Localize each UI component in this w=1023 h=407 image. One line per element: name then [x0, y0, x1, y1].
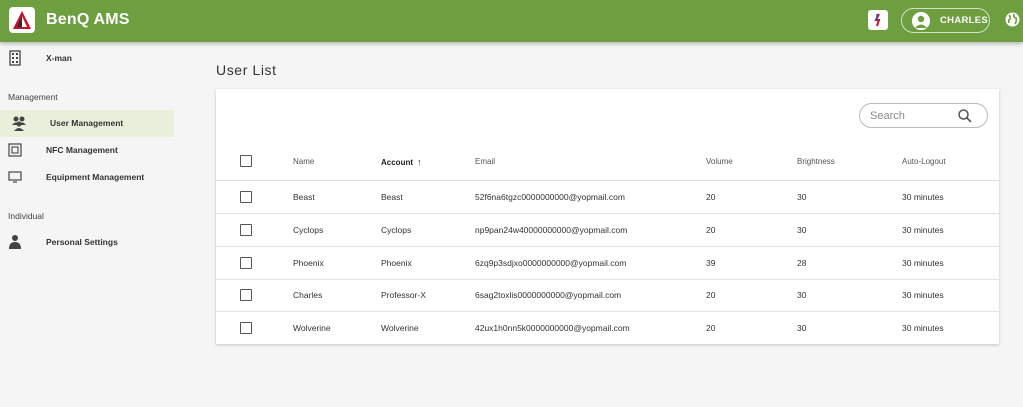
cell-volume: 20 [706, 290, 716, 300]
cell-brightness: 30 [797, 323, 807, 333]
sidebar-item-label: Equipment Management [46, 172, 145, 182]
user-menu-button[interactable]: CHARLES [901, 8, 990, 33]
table-row[interactable]: Charles Professor-X 6sag2toxlis000000000… [216, 279, 999, 312]
app-title: BenQ AMS [46, 11, 130, 28]
sidebar-item-label: NFC Management [46, 145, 118, 155]
app-launcher-icon[interactable] [868, 10, 888, 30]
sidebar-item-x-man[interactable]: X-man [0, 45, 174, 72]
column-header-account[interactable]: Account ↑ [381, 157, 422, 167]
sidebar-section-management: Management [8, 92, 58, 102]
sidebar-item-label: X-man [46, 53, 72, 63]
users-icon [11, 115, 27, 131]
user-list-card: Name Account ↑ Email Volume Brightness Au… [216, 89, 999, 344]
nfc-icon [8, 142, 22, 158]
row-checkbox[interactable] [240, 322, 252, 334]
search-icon[interactable] [957, 108, 973, 124]
cell-email: 6sag2toxlis0000000000@yopmail.com [475, 290, 622, 300]
cell-account: Cyclops [381, 225, 412, 235]
table-row[interactable]: Wolverine Wolverine 42ux1h0nn5k000000000… [216, 312, 999, 345]
table-row[interactable]: Cyclops Cyclops np9pan24w40000000000@yop… [216, 214, 999, 247]
cell-name: Cyclops [293, 225, 324, 235]
column-header-auto-logout[interactable]: Auto-Logout [902, 157, 946, 166]
sidebar-item-nfc-management[interactable]: NFC Management [0, 137, 174, 164]
cell-brightness: 30 [797, 290, 807, 300]
sidebar-item-label: User Management [50, 118, 124, 128]
column-header-name[interactable]: Name [293, 157, 314, 166]
sort-ascending-icon[interactable]: ↑ [417, 157, 422, 167]
table-row[interactable]: Phoenix Phoenix 6zq9p3sdjxo0000000000@yo… [216, 247, 999, 280]
cell-auto-logout: 30 minutes [902, 192, 944, 202]
row-checkbox[interactable] [240, 191, 252, 203]
column-header-volume[interactable]: Volume [706, 157, 733, 166]
cell-account: Phoenix [381, 258, 412, 268]
cell-name: Phoenix [293, 258, 324, 268]
building-icon [8, 50, 22, 66]
sidebar-item-label: Personal Settings [46, 237, 118, 247]
column-header-brightness[interactable]: Brightness [797, 157, 835, 166]
benq-logo-icon[interactable] [9, 7, 35, 33]
select-all-checkbox[interactable] [240, 155, 252, 167]
sidebar-item-user-management[interactable]: User Management [0, 110, 174, 137]
cell-volume: 20 [706, 192, 716, 202]
cell-volume: 39 [706, 258, 716, 268]
top-bar: BenQ AMS CHARLES [0, 0, 1023, 42]
sidebar-item-equipment-management[interactable]: Equipment Management [0, 164, 174, 191]
user-name: CHARLES [940, 15, 989, 26]
cell-email: np9pan24w40000000000@yopmail.com [475, 225, 628, 235]
row-checkbox[interactable] [240, 289, 252, 301]
cell-email: 52f6na6tgzc0000000000@yopmail.com [475, 192, 625, 202]
search-input[interactable] [870, 108, 960, 124]
person-icon [8, 234, 22, 250]
row-checkbox[interactable] [240, 224, 252, 236]
sidebar: X-man Management User Management NFC Man… [0, 42, 180, 407]
cell-brightness: 30 [797, 225, 807, 235]
cell-auto-logout: 30 minutes [902, 290, 944, 300]
cell-email: 6zq9p3sdjxo0000000000@yopmail.com [475, 258, 627, 268]
cell-auto-logout: 30 minutes [902, 258, 944, 268]
search-box[interactable] [859, 103, 988, 128]
cell-account: Wolverine [381, 323, 419, 333]
cell-volume: 20 [706, 323, 716, 333]
column-header-label: Account [381, 158, 413, 167]
cell-auto-logout: 30 minutes [902, 323, 944, 333]
user-avatar-icon [912, 12, 930, 30]
cell-name: Beast [293, 192, 315, 202]
column-header-email[interactable]: Email [475, 157, 495, 166]
cell-account: Professor-X [381, 290, 426, 300]
table-row[interactable]: Beast Beast 52f6na6tgzc0000000000@yopmai… [216, 181, 999, 214]
cell-name: Charles [293, 290, 323, 300]
cell-brightness: 28 [797, 258, 807, 268]
sidebar-item-personal-settings[interactable]: Personal Settings [0, 229, 174, 256]
cell-name: Wolverine [293, 323, 331, 333]
globe-icon[interactable] [1005, 12, 1020, 27]
sidebar-section-individual: Individual [8, 211, 44, 221]
row-checkbox[interactable] [240, 257, 252, 269]
page-title: User List [216, 62, 277, 78]
cell-account: Beast [381, 192, 403, 202]
cell-brightness: 30 [797, 192, 807, 202]
monitor-icon [8, 169, 22, 185]
table-header: Name Account ↑ Email Volume Brightness Au… [216, 147, 999, 181]
cell-volume: 20 [706, 225, 716, 235]
cell-auto-logout: 30 minutes [902, 225, 944, 235]
cell-email: 42ux1h0nn5k0000000000@yopmail.com [475, 323, 630, 333]
